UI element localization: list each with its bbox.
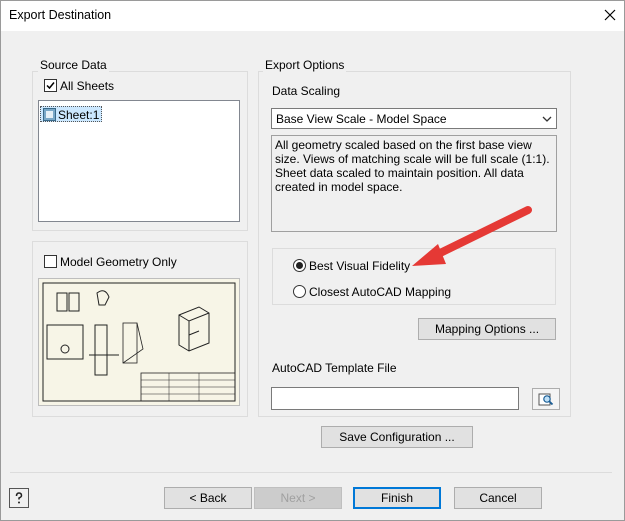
close-button[interactable] <box>598 3 622 27</box>
finish-button[interactable]: Finish <box>353 487 441 509</box>
close-icon <box>604 9 616 21</box>
annotation-arrow-icon <box>412 206 532 266</box>
model-geometry-label: Model Geometry Only <box>60 255 177 269</box>
browse-button[interactable] <box>532 388 560 410</box>
data-scaling-label: Data Scaling <box>272 84 341 98</box>
cancel-button[interactable]: Cancel <box>454 487 542 509</box>
source-data-label: Source Data <box>38 58 109 72</box>
browse-folder-icon <box>538 393 554 406</box>
next-button[interactable]: Next > <box>254 487 342 509</box>
list-item[interactable]: Sheet:1 <box>40 106 102 122</box>
best-fidelity-radio[interactable] <box>293 259 306 272</box>
template-file-label: AutoCAD Template File <box>272 361 397 375</box>
data-scaling-value: Base View Scale - Model Space <box>276 112 447 126</box>
sheet-list[interactable]: Sheet:1 <box>38 100 240 222</box>
closest-mapping-label: Closest AutoCAD Mapping <box>309 285 452 299</box>
chevron-down-icon <box>542 116 552 122</box>
sheet-label: Sheet:1 <box>58 108 100 122</box>
drawing-preview <box>38 278 240 406</box>
footer-separator <box>10 472 612 473</box>
sheet-icon <box>43 108 56 121</box>
check-icon <box>46 82 55 90</box>
help-button[interactable] <box>9 488 29 508</box>
template-file-input[interactable] <box>271 387 519 410</box>
drawing-thumbnail-icon <box>42 282 236 402</box>
help-icon <box>15 492 23 504</box>
data-scaling-select[interactable]: Base View Scale - Model Space <box>271 108 557 129</box>
best-fidelity-label: Best Visual Fidelity <box>309 259 411 273</box>
save-configuration-button[interactable]: Save Configuration ... <box>321 426 473 448</box>
closest-mapping-radio[interactable] <box>293 285 306 298</box>
window-title: Export Destination <box>9 8 112 22</box>
export-options-label: Export Options <box>263 58 347 72</box>
all-sheets-label: All Sheets <box>60 79 115 93</box>
model-geometry-checkbox[interactable] <box>44 255 57 268</box>
mapping-options-button[interactable]: Mapping Options ... <box>418 318 556 340</box>
all-sheets-checkbox[interactable] <box>44 79 57 92</box>
back-button[interactable]: < Back <box>164 487 252 509</box>
